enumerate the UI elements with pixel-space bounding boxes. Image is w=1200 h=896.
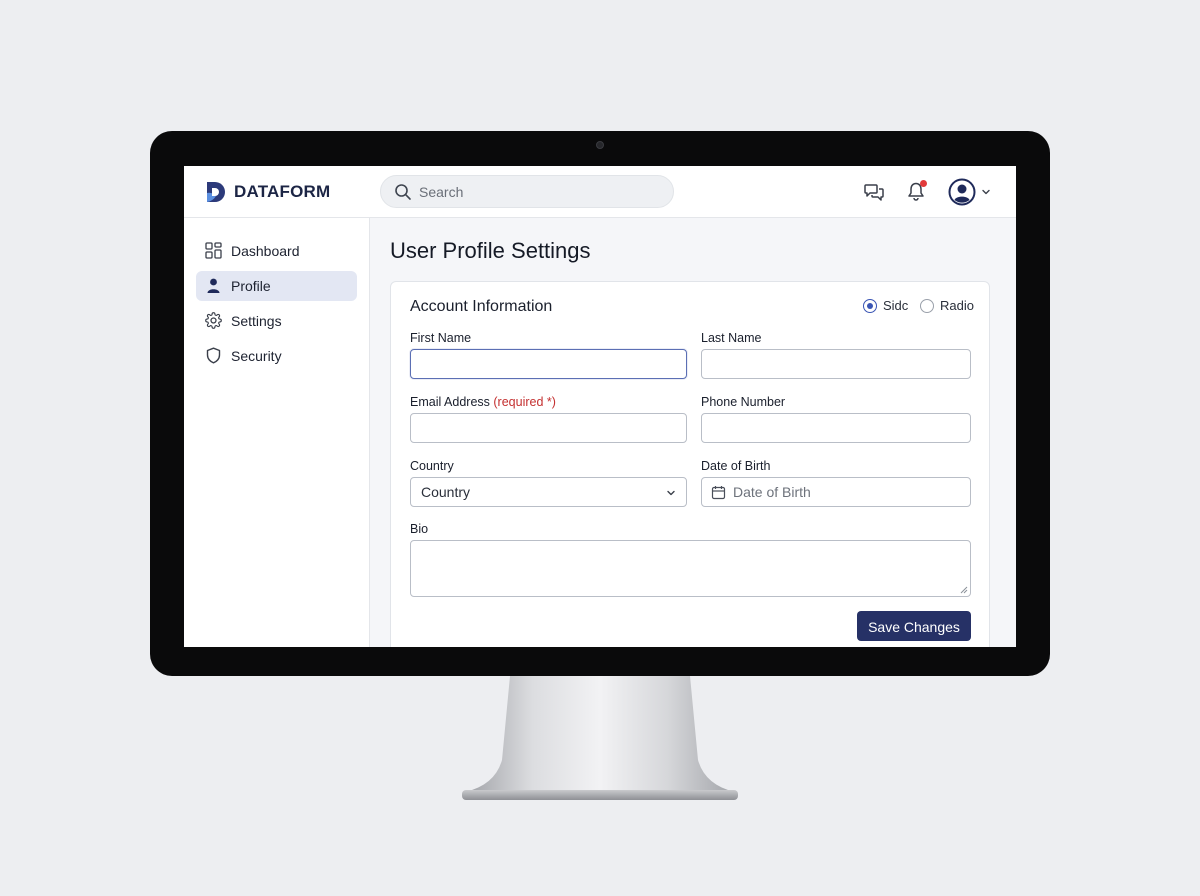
first-name-field[interactable] <box>410 349 687 379</box>
sidebar-item-dashboard[interactable]: Dashboard <box>196 236 357 266</box>
bio-label: Bio <box>410 522 429 536</box>
search-input[interactable] <box>417 181 657 203</box>
phone-input[interactable] <box>702 414 970 442</box>
calendar-icon <box>711 486 726 500</box>
notification-dot <box>920 180 927 187</box>
country-select-value: Country <box>421 484 471 500</box>
required-note: (required *) <box>493 395 556 409</box>
country-select[interactable]: Country <box>410 477 687 507</box>
sidebar-item-profile[interactable]: Profile <box>196 271 357 301</box>
email-field[interactable] <box>410 413 687 443</box>
phone-label: Phone Number <box>701 395 786 409</box>
webcam <box>596 141 604 149</box>
person-icon <box>207 278 220 293</box>
app-screen: DATAFORM Search Dashboard Profile Settin… <box>184 166 1016 647</box>
radio-label: Radio <box>940 298 974 313</box>
phone-field[interactable] <box>701 413 971 443</box>
sidebar-item-label: Settings <box>231 313 282 329</box>
top-bar: DATAFORM <box>184 166 1016 218</box>
radio-label: Sidc <box>883 298 909 313</box>
search-bar[interactable] <box>380 175 674 208</box>
first-name-input[interactable] <box>411 350 686 378</box>
messages-icon[interactable] <box>864 182 884 202</box>
radio-button[interactable] <box>920 299 934 313</box>
chevron-down-icon[interactable] <box>981 187 991 197</box>
country-label: Country <box>410 459 454 473</box>
sidebar-item-label: Dashboard <box>231 243 300 259</box>
radio-button-checked[interactable] <box>863 299 877 313</box>
email-label: Email Address (required *) <box>410 395 556 409</box>
email-input[interactable] <box>411 414 686 442</box>
last-name-input[interactable] <box>702 350 970 378</box>
last-name-label: Last Name <box>701 331 762 345</box>
app-logo-text: DATAFORM <box>234 182 331 201</box>
sidebar-item-security[interactable]: Security <box>196 341 357 371</box>
dob-input[interactable] <box>702 478 970 506</box>
sidebar-item-label: Security <box>231 348 282 364</box>
page-title: User Profile Settings <box>390 238 591 263</box>
account-info-card: Account Information Sidc Radio First Nam… <box>390 281 990 647</box>
sidebar-item-label: Profile <box>231 278 271 294</box>
resize-grip-icon[interactable] <box>960 586 968 594</box>
first-name-label: First Name <box>410 331 472 345</box>
chevron-down-icon <box>667 490 675 496</box>
user-avatar-icon[interactable] <box>948 178 976 206</box>
email-label-text: Email Address <box>410 395 490 409</box>
sidebar: Dashboard Profile Settings Security <box>184 218 370 647</box>
bio-field[interactable] <box>410 540 971 597</box>
card-title: Account Information <box>410 298 553 315</box>
sidebar-item-settings[interactable]: Settings <box>196 306 357 336</box>
logo-icon <box>207 182 225 202</box>
dob-label: Date of Birth <box>701 459 771 473</box>
main-content: User Profile Settings Account Informatio… <box>370 218 1016 647</box>
dashboard-grid-icon <box>205 242 222 259</box>
bio-textarea[interactable] <box>411 541 970 596</box>
shield-icon <box>206 347 221 364</box>
dob-field[interactable] <box>701 477 971 507</box>
search-icon <box>395 184 411 200</box>
gear-icon <box>205 312 222 329</box>
last-name-field[interactable] <box>701 349 971 379</box>
save-changes-button[interactable]: Save Changes <box>857 611 971 641</box>
